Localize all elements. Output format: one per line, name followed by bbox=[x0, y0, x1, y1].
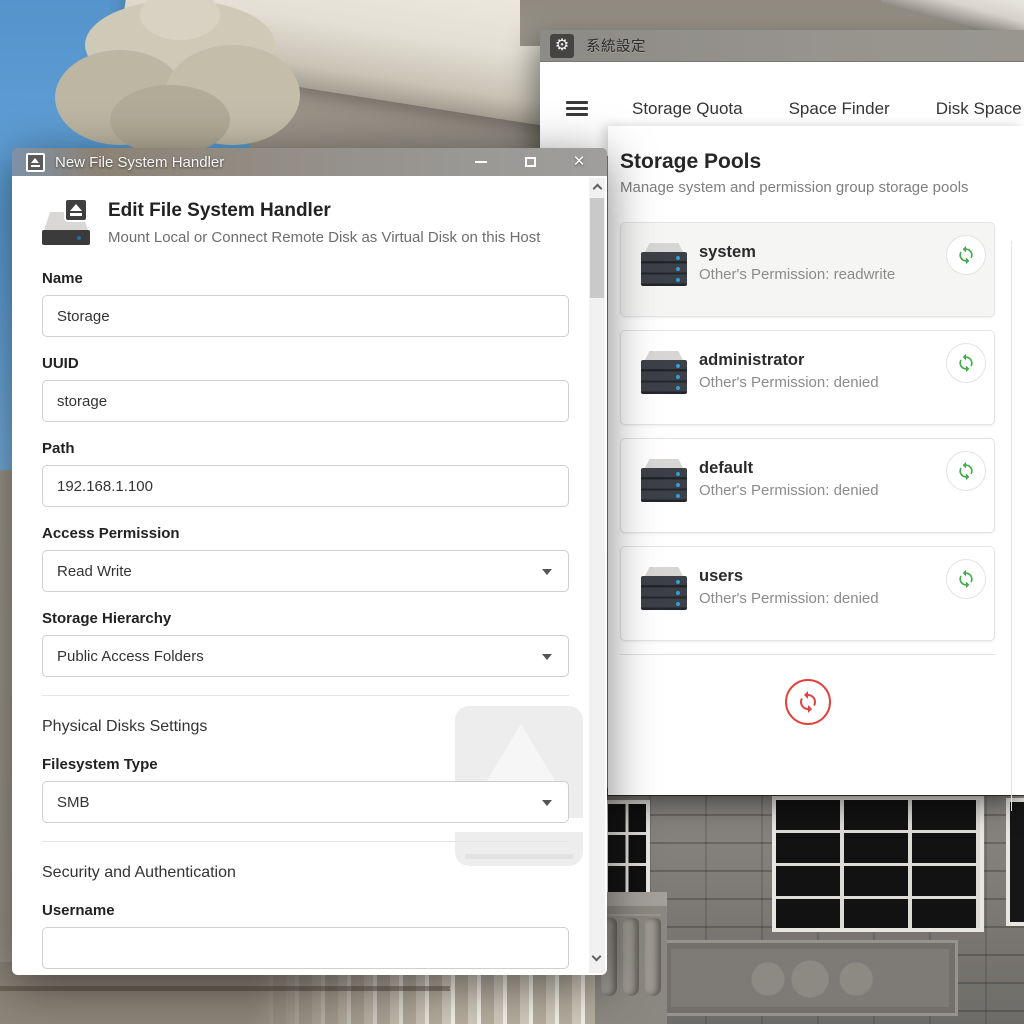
pool-name: administrator bbox=[699, 351, 879, 370]
pool-permission: Other's Permission: denied bbox=[699, 590, 879, 607]
dialog-form: Edit File System Handler Mount Local or … bbox=[12, 176, 607, 969]
dialog-titlebar[interactable]: New File System Handler × bbox=[12, 148, 607, 176]
username-input[interactable] bbox=[42, 927, 569, 969]
pool-list: system Other's Permission: readwrite adm… bbox=[620, 222, 995, 725]
chevron-down-icon bbox=[542, 654, 552, 660]
sync-icon bbox=[956, 569, 976, 589]
building-window bbox=[772, 796, 984, 932]
pool-card-administrator[interactable]: administrator Other's Permission: denied bbox=[620, 330, 995, 425]
access-permission-select[interactable]: Read Write bbox=[42, 550, 569, 592]
uuid-input[interactable] bbox=[42, 380, 569, 422]
divider bbox=[42, 695, 569, 696]
storage-hierarchy-select[interactable]: Public Access Folders bbox=[42, 635, 569, 677]
server-icon bbox=[641, 459, 687, 503]
refresh-pool-button[interactable] bbox=[946, 559, 986, 599]
scrollbar-track[interactable] bbox=[1011, 241, 1012, 811]
chevron-down-icon bbox=[542, 800, 552, 806]
tab-space-finder[interactable]: Space Finder bbox=[789, 99, 890, 119]
storage-hierarchy-value: Public Access Folders bbox=[57, 648, 204, 665]
name-input[interactable] bbox=[42, 295, 569, 337]
eject-icon bbox=[26, 153, 45, 172]
field-storage-hierarchy: Storage Hierarchy Public Access Folders bbox=[42, 610, 569, 677]
settings-tabs: Storage Quota Space Finder Disk Space bbox=[632, 99, 1022, 119]
sync-icon bbox=[796, 690, 820, 714]
field-uuid: UUID bbox=[42, 355, 569, 422]
dialog-header: Edit File System Handler Mount Local or … bbox=[42, 198, 569, 250]
server-icon bbox=[641, 351, 687, 395]
pool-permission: Other's Permission: readwrite bbox=[699, 266, 895, 283]
settings-titlebar[interactable]: ⚙ 系統設定 bbox=[540, 30, 1024, 62]
maximize-button[interactable] bbox=[522, 154, 538, 170]
relief-panel bbox=[662, 940, 958, 1016]
minimize-button[interactable] bbox=[473, 154, 489, 170]
building-window bbox=[1006, 798, 1024, 926]
uuid-label: UUID bbox=[42, 355, 569, 372]
pool-text: users Other's Permission: denied bbox=[699, 567, 879, 607]
menu-icon[interactable] bbox=[566, 101, 588, 116]
server-icon bbox=[641, 567, 687, 611]
pool-permission: Other's Permission: denied bbox=[699, 374, 879, 391]
window-controls: × bbox=[473, 154, 587, 170]
gear-icon: ⚙ bbox=[550, 34, 574, 58]
path-label: Path bbox=[42, 440, 569, 457]
filesystem-type-value: SMB bbox=[57, 794, 90, 811]
dialog-body: Edit File System Handler Mount Local or … bbox=[12, 176, 607, 975]
field-filesystem-type: Filesystem Type SMB bbox=[42, 756, 569, 823]
tab-disk-space[interactable]: Disk Space bbox=[936, 99, 1022, 119]
divider bbox=[620, 654, 995, 655]
pool-name: default bbox=[699, 459, 879, 478]
page-subtitle: Manage system and permission group stora… bbox=[620, 179, 1024, 196]
storage-hierarchy-label: Storage Hierarchy bbox=[42, 610, 569, 627]
pool-permission: Other's Permission: denied bbox=[699, 482, 879, 499]
pool-text: system Other's Permission: readwrite bbox=[699, 243, 895, 283]
access-permission-label: Access Permission bbox=[42, 525, 569, 542]
refresh-pool-button[interactable] bbox=[946, 343, 986, 383]
field-path: Path bbox=[42, 440, 569, 507]
tab-storage-quota[interactable]: Storage Quota bbox=[632, 99, 743, 119]
dialog-heading: Edit File System Handler bbox=[108, 198, 540, 222]
file-system-handler-dialog: New File System Handler × Edit File Syst… bbox=[12, 148, 607, 975]
pool-card-default[interactable]: default Other's Permission: denied bbox=[620, 438, 995, 533]
page-title: Storage Pools bbox=[620, 150, 1024, 174]
server-icon bbox=[641, 243, 687, 287]
sync-icon bbox=[956, 461, 976, 481]
access-permission-value: Read Write bbox=[57, 563, 132, 580]
pool-name: system bbox=[699, 243, 895, 262]
settings-window: ⚙ 系統設定 Storage Quota Space Finder Disk S… bbox=[540, 30, 1024, 795]
architrave-line bbox=[0, 986, 450, 991]
username-label: Username bbox=[42, 902, 569, 919]
column-capital bbox=[55, 0, 305, 155]
external-drive-icon bbox=[42, 198, 90, 250]
refresh-all-button[interactable] bbox=[785, 679, 831, 725]
filesystem-type-select[interactable]: SMB bbox=[42, 781, 569, 823]
section-physical-disks: Physical Disks Settings bbox=[42, 718, 569, 736]
field-name: Name bbox=[42, 270, 569, 337]
name-label: Name bbox=[42, 270, 569, 287]
pool-name: users bbox=[699, 567, 879, 586]
pool-card-users[interactable]: users Other's Permission: denied bbox=[620, 546, 995, 641]
dialog-title: New File System Handler bbox=[55, 154, 473, 171]
chevron-down-icon bbox=[542, 569, 552, 575]
pool-text: administrator Other's Permission: denied bbox=[699, 351, 879, 391]
field-username: Username bbox=[42, 902, 569, 969]
section-security: Security and Authentication bbox=[42, 864, 569, 882]
settings-window-title: 系統設定 bbox=[586, 35, 646, 56]
path-input[interactable] bbox=[42, 465, 569, 507]
sync-icon bbox=[956, 353, 976, 373]
pool-text: default Other's Permission: denied bbox=[699, 459, 879, 499]
filesystem-type-label: Filesystem Type bbox=[42, 756, 569, 773]
sync-icon bbox=[956, 245, 976, 265]
field-access-permission: Access Permission Read Write bbox=[42, 525, 569, 592]
dialog-subheading: Mount Local or Connect Remote Disk as Vi… bbox=[108, 229, 540, 246]
close-button[interactable]: × bbox=[571, 154, 587, 170]
refresh-pool-button[interactable] bbox=[946, 235, 986, 275]
refresh-pool-button[interactable] bbox=[946, 451, 986, 491]
pool-card-system[interactable]: system Other's Permission: readwrite bbox=[620, 222, 995, 317]
storage-pools-panel: Storage Pools Manage system and permissi… bbox=[608, 126, 1024, 795]
divider bbox=[42, 841, 569, 842]
